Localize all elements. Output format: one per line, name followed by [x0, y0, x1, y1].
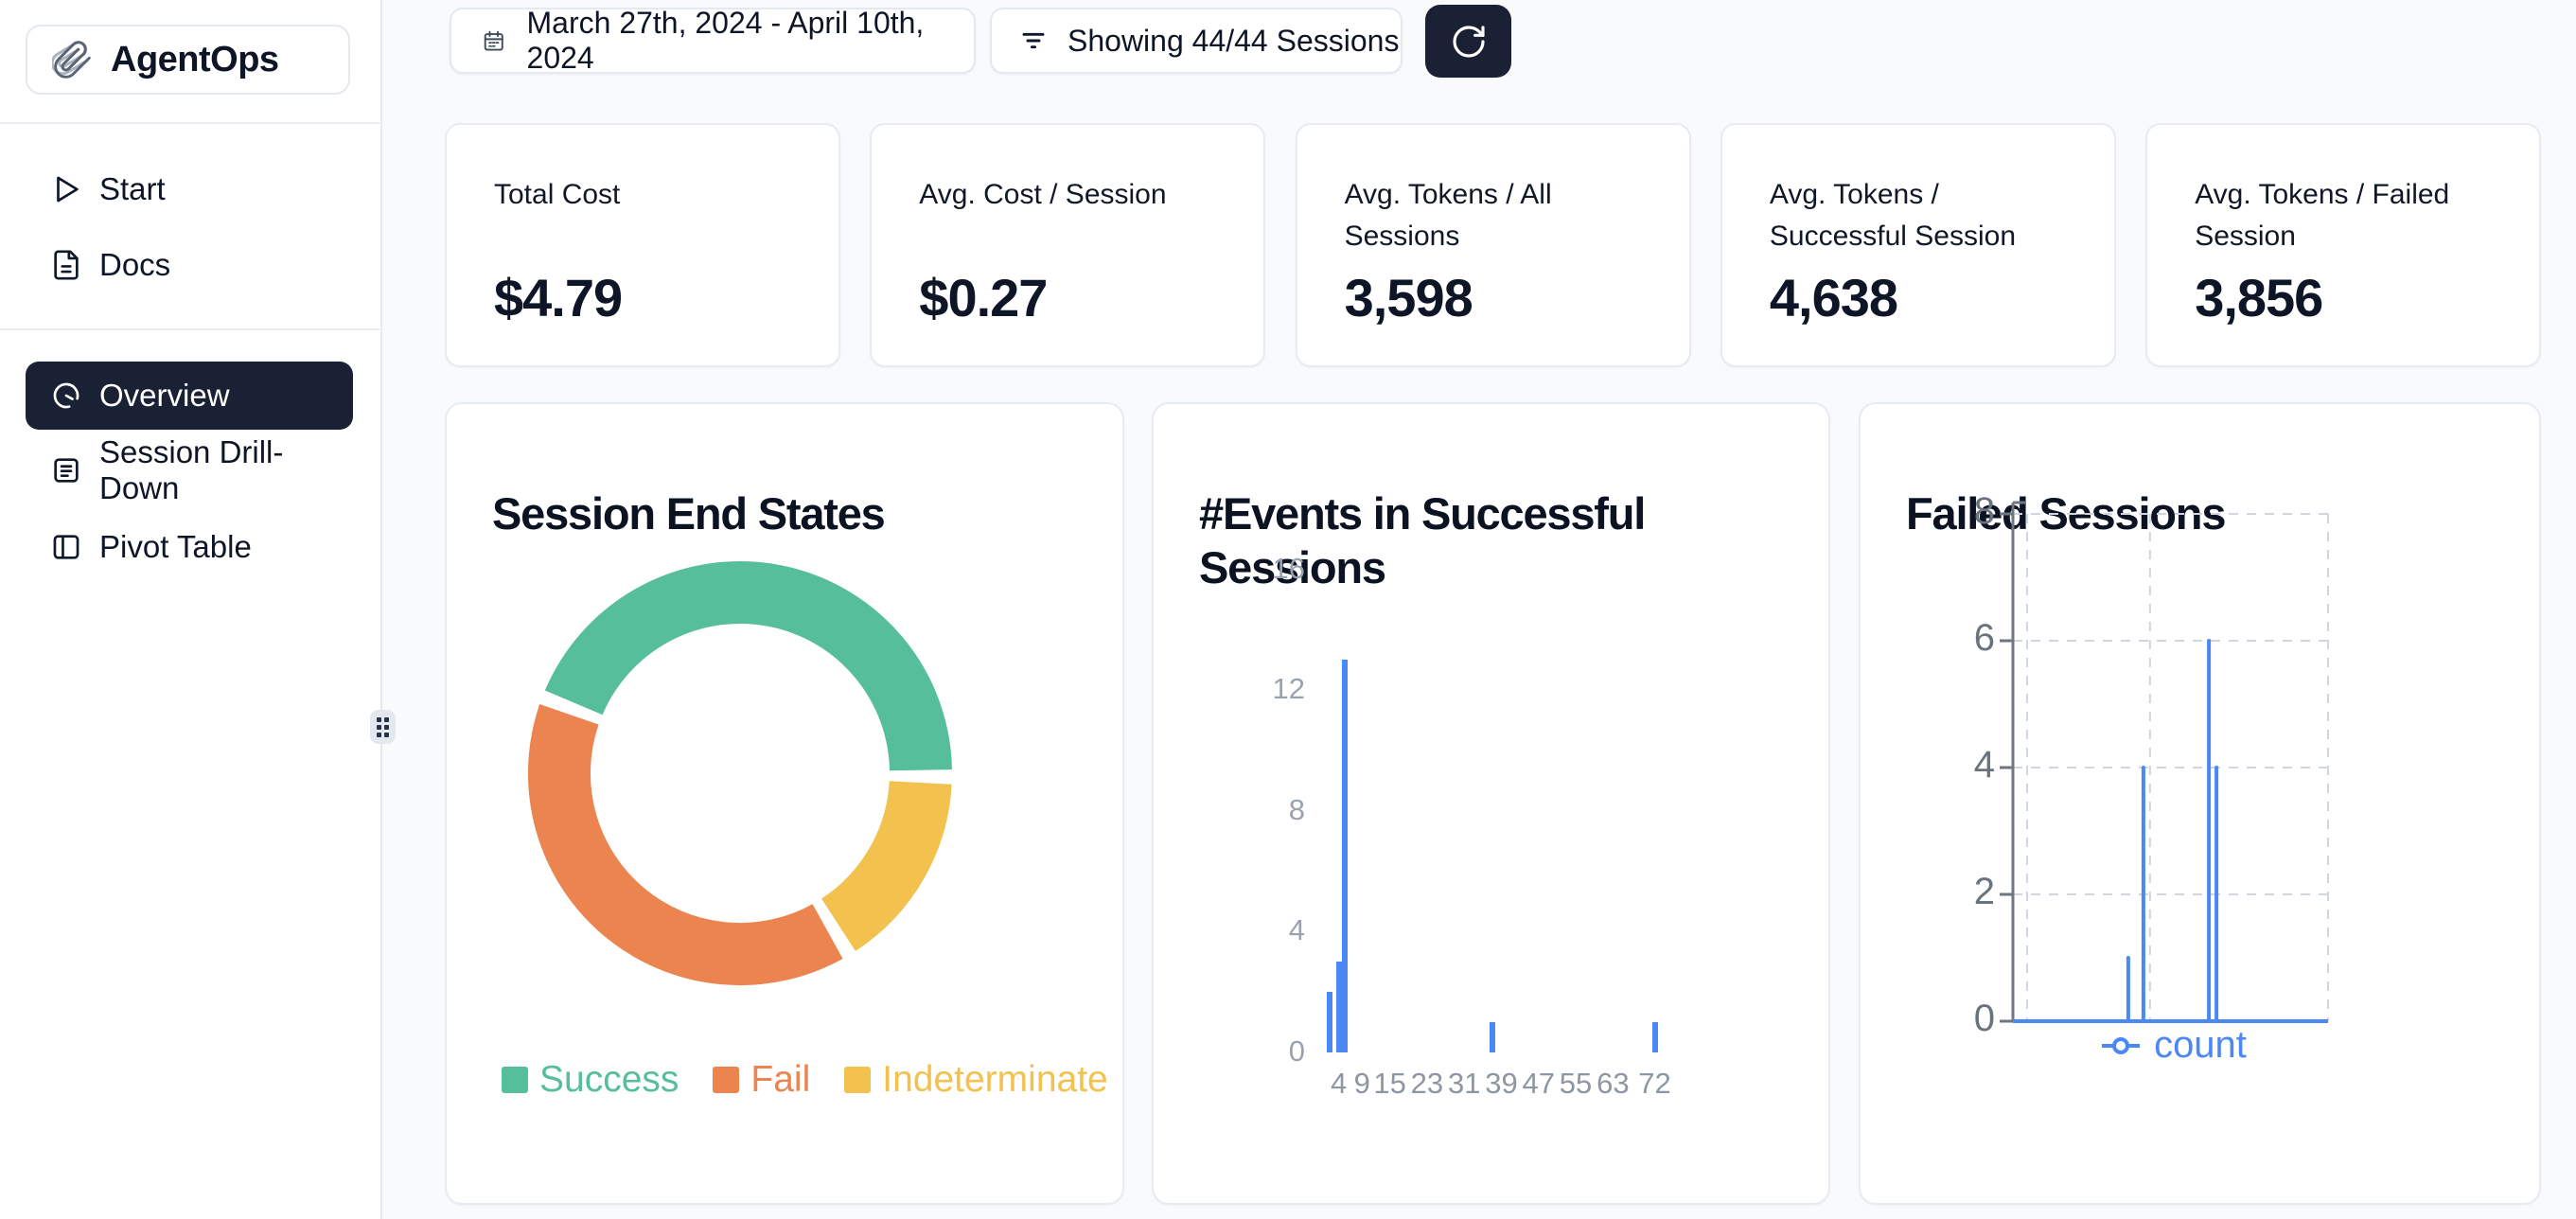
stat-card: Avg. Tokens / Successful Session 4,638: [1720, 123, 2116, 367]
sidebar-item-start[interactable]: Start: [26, 155, 353, 223]
histogram-bar: [1490, 1022, 1495, 1052]
sidebar-item-label: Overview: [99, 378, 230, 414]
donut-legend: Success Fail Indeterminate: [502, 1059, 1108, 1101]
refresh-button[interactable]: [1425, 5, 1511, 78]
date-range-label: March 27th, 2024 - April 10th, 2024: [527, 6, 974, 76]
sidebar-item-label: Pivot Table: [99, 529, 252, 565]
gauge-icon: [50, 380, 82, 412]
sidebar-item-label: Start: [99, 171, 166, 207]
calendar-icon: [482, 28, 506, 54]
sessions-filter-button[interactable]: Showing 44/44 Sessions: [990, 8, 1403, 74]
failed-sessions-axis-labels: 0 2 4 6 8: [1861, 404, 2543, 1207]
panel-left-icon: [50, 531, 82, 563]
x-axis-tick-label: 72: [1613, 1067, 1698, 1101]
y-axis-tick-label: 12: [1191, 672, 1305, 706]
sessions-filter-label: Showing 44/44 Sessions: [1067, 24, 1399, 59]
refresh-icon: [1450, 23, 1488, 61]
legend-item-success: Success: [502, 1059, 679, 1101]
stat-label: Total Cost: [494, 174, 806, 216]
donut-segment-fail: [559, 715, 828, 954]
donut-segment-success: [573, 592, 921, 770]
sidebar-item-overview[interactable]: Overview: [26, 362, 353, 430]
y-axis-tick-label: 8: [1191, 793, 1305, 827]
y-axis-tick-label: 4: [1883, 744, 1995, 786]
stat-value: 3,856: [2195, 267, 2322, 328]
legend-swatch: [713, 1067, 739, 1093]
y-axis-tick-label: 16: [1191, 552, 1305, 586]
app-logo[interactable]: AgentOps: [26, 25, 350, 95]
legend-label: Fail: [750, 1059, 810, 1101]
filter-lines-icon: [1018, 26, 1049, 56]
stat-label: Avg. Cost / Session: [919, 174, 1231, 216]
events-bar-chart: 0481216491523313947556372: [1154, 404, 1832, 1207]
histogram-bar: [1652, 1022, 1658, 1052]
legend-count-label: count: [2154, 1024, 2247, 1067]
y-axis-tick-label: 4: [1191, 913, 1305, 947]
events-histogram-card: #Events in Successful Sessions 048121649…: [1152, 402, 1830, 1205]
legend-item-fail: Fail: [713, 1059, 810, 1101]
legend-swatch: [844, 1067, 871, 1093]
stat-value: 3,598: [1345, 267, 1473, 328]
legend-item-indeterminate: Indeterminate: [844, 1059, 1107, 1101]
histogram-bar: [1336, 962, 1342, 1052]
app-name: AgentOps: [111, 40, 279, 80]
legend-swatch: [502, 1067, 528, 1093]
stat-value: $0.27: [919, 267, 1047, 328]
date-range-button[interactable]: March 27th, 2024 - April 10th, 2024: [450, 8, 976, 74]
legend-count: count: [2003, 1024, 2343, 1067]
stat-card: Avg. Cost / Session $0.27: [870, 123, 1265, 367]
sidebar-divider: [0, 328, 382, 330]
stat-label: Avg. Tokens / Failed Session: [2195, 174, 2507, 257]
stat-label: Avg. Tokens / All Sessions: [1345, 174, 1657, 257]
sidebar-item-label: Docs: [99, 247, 170, 283]
y-axis-tick-label: 0: [1883, 998, 1995, 1040]
stat-card: Avg. Tokens / All Sessions 3,598: [1296, 123, 1691, 367]
stat-card: Avg. Tokens / Failed Session 3,856: [2145, 123, 2541, 367]
session-end-states-card: Session End States SuccessFailIndetermin…: [445, 402, 1124, 1205]
y-axis-tick-label: 0: [1191, 1034, 1305, 1069]
y-axis-tick-label: 8: [1883, 490, 1995, 533]
sidebar-divider: [0, 122, 382, 124]
histogram-bar: [1342, 660, 1348, 1052]
stat-value: 4,638: [1770, 267, 1897, 328]
sidebar-item-pivot-table[interactable]: Pivot Table: [26, 513, 353, 581]
failed-sessions-card: Failed Sessions 02468 count: [1859, 402, 2541, 1205]
sidebar-item-label: Session Drill-Down: [99, 434, 353, 506]
sidebar-resize-handle[interactable]: [370, 710, 396, 744]
legend-label: Indeterminate: [882, 1059, 1107, 1101]
line-marker-icon: [2099, 1032, 2143, 1060]
sidebar: AgentOps Start Docs Overview Session Drill-…: [0, 0, 382, 1219]
note-list-icon: [50, 454, 82, 486]
y-axis-tick-label: 2: [1883, 871, 1995, 913]
play-icon: [50, 173, 82, 205]
paperclip-icon: [52, 39, 94, 80]
stat-value: $4.79: [494, 267, 622, 328]
stat-label: Avg. Tokens / Successful Session: [1770, 174, 2082, 257]
y-axis-tick-label: 6: [1883, 617, 1995, 660]
sidebar-item-docs[interactable]: Docs: [26, 231, 353, 299]
sidebar-item-session-drill-down[interactable]: Session Drill-Down: [26, 436, 353, 504]
donut-segment-indeterminate: [838, 783, 921, 925]
histogram-bar: [1327, 992, 1332, 1052]
file-text-icon: [50, 249, 82, 281]
stat-card: Total Cost $4.79: [445, 123, 840, 367]
legend-label: Success: [539, 1059, 679, 1101]
